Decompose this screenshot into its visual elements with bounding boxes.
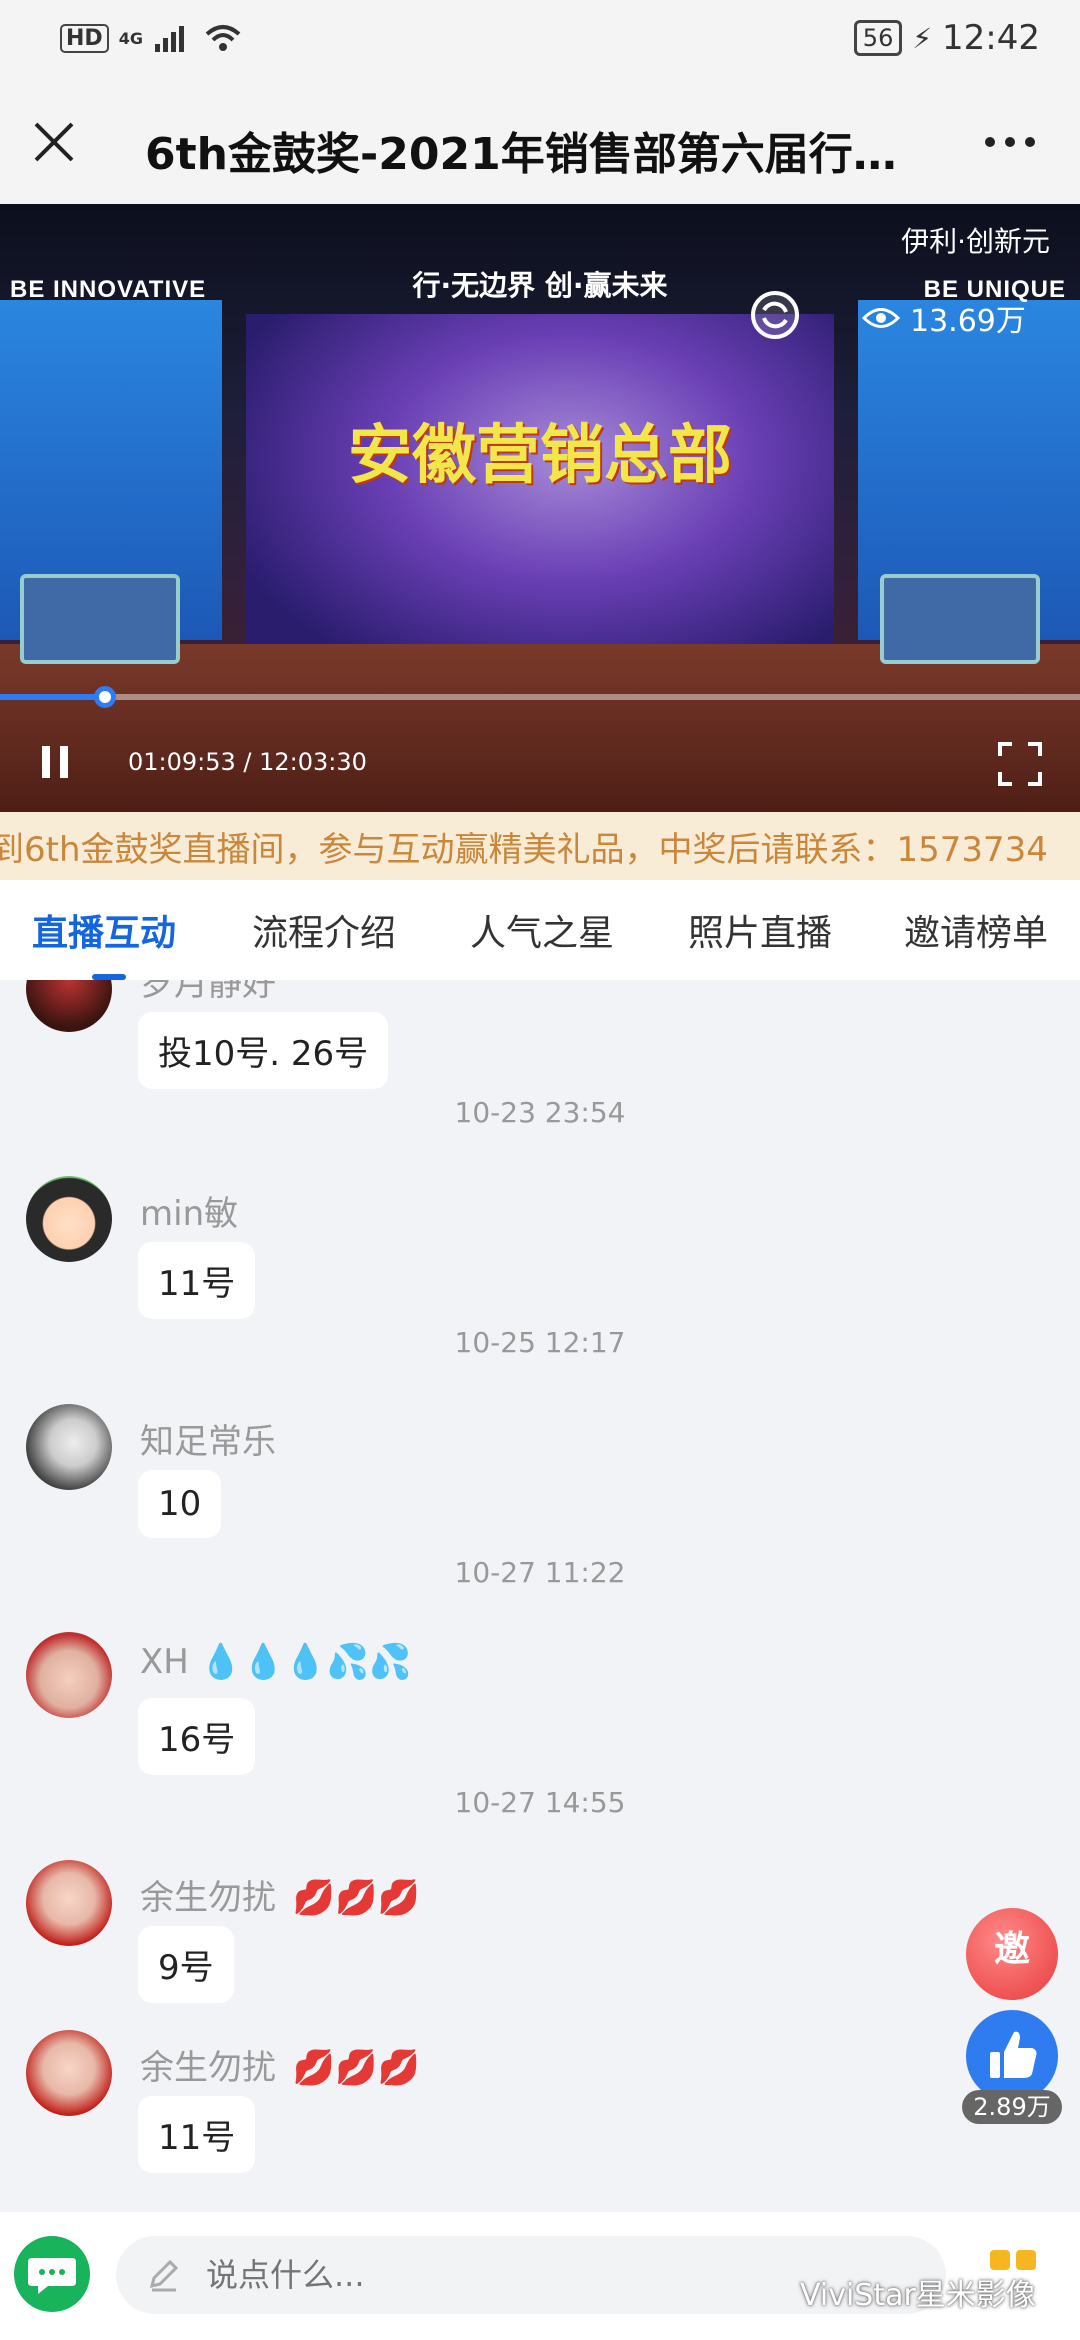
chat-feed[interactable]: 岁月静好 投10号. 26号 10-23 23:54 min敏 11号 10-2… xyxy=(0,980,1080,2212)
tab-popular-stars[interactable]: 人气之星 xyxy=(470,904,614,956)
status-left: HD 4G xyxy=(60,22,243,54)
avatar[interactable] xyxy=(26,980,112,1032)
message-bubble: 投10号. 26号 xyxy=(138,1012,389,1089)
stage-slogan: 行·无边界 创·赢未来 xyxy=(412,269,668,302)
wifi-icon xyxy=(205,25,241,51)
avatar[interactable] xyxy=(26,1860,112,1946)
water-drop-icons: 💧💧💧💦💦 xyxy=(199,1642,412,1682)
nickname-text: XH xyxy=(140,1642,189,1682)
tab-bar: 直播互动 流程介绍 人气之星 照片直播 邀请榜单 xyxy=(0,880,1080,980)
pen-icon xyxy=(149,2259,179,2292)
lips-icons: 💋💋💋 xyxy=(292,2048,420,2088)
message-bubble: 10 xyxy=(138,1470,222,1538)
nickname: 知足常乐 xyxy=(140,1422,276,1462)
status-right: 56 ⚡ 12:42 xyxy=(853,18,1040,58)
chat-bubble-icon xyxy=(28,2258,76,2294)
tab-invite-ranking[interactable]: 邀请榜单 xyxy=(904,904,1048,956)
time-display: 01:09:53 / 12:03:30 xyxy=(128,748,367,776)
nickname-text: 余生勿扰 xyxy=(140,1878,276,1918)
announcement-ticker: 到6th金鼓奖直播间，参与互动赢精美礼品，中奖后请联系：1573734 xyxy=(0,812,1080,880)
time-separator: 10-27 11:22 xyxy=(454,1556,626,1589)
status-bar: HD 4G 56 ⚡ 12:42 xyxy=(0,0,1080,80)
signal-icon xyxy=(154,26,184,52)
nickname: XH 💧💧💧💦💦 xyxy=(140,1642,411,1682)
stage-podium-right xyxy=(880,574,1040,664)
close-icon[interactable] xyxy=(28,116,80,168)
lips-icons: 💋💋💋 xyxy=(292,1878,420,1918)
battery-icon: 56 xyxy=(853,20,903,56)
like-count: 2.89万 xyxy=(962,2090,1062,2124)
like-button[interactable] xyxy=(966,2010,1058,2102)
chat-button[interactable] xyxy=(14,2236,90,2312)
time-separator: 10-23 23:54 xyxy=(454,1096,626,1129)
message-bubble: 16号 xyxy=(138,1698,256,1775)
invite-button[interactable]: 邀 xyxy=(966,1908,1058,2000)
more-icon[interactable] xyxy=(980,130,1040,154)
stage-caption: 安徽营销总部 xyxy=(348,419,732,493)
progress-bar[interactable] xyxy=(0,686,1080,708)
ticker-text: 到6th金鼓奖直播间，参与互动赢精美礼品，中奖后请联系：1573734 xyxy=(0,830,1048,870)
stage-podium-left xyxy=(20,574,180,664)
thumbs-up-icon xyxy=(990,2031,1037,2078)
pause-icon[interactable] xyxy=(38,744,74,780)
time-separator: 10-27 14:55 xyxy=(454,1786,626,1819)
view-count-value: 13.69万 xyxy=(910,304,1026,339)
video-player[interactable]: BE INNOVATIVE BE UNIQUE 行·无边界 创·赢未来 安徽营销… xyxy=(0,204,1080,812)
page-title: 6th金鼓奖-2021年销售部第六届行销... xyxy=(145,129,915,180)
tab-photo-live[interactable]: 照片直播 xyxy=(688,904,832,956)
charging-icon: ⚡ xyxy=(912,21,933,55)
nickname: 余生勿扰 💋💋💋 xyxy=(140,2040,420,2089)
message-bubble: 9号 xyxy=(138,1926,234,2003)
nickname-text: 余生勿扰 xyxy=(140,2048,276,2088)
avatar[interactable] xyxy=(26,1404,112,1490)
watermark: ViviStar星米影像 xyxy=(800,2278,1036,2313)
message-bubble: 11号 xyxy=(138,1242,256,1319)
title-bar: 6th金鼓奖-2021年销售部第六届行销... xyxy=(0,80,1080,204)
nickname: 岁月静好 xyxy=(140,980,276,1004)
avatar[interactable] xyxy=(26,1176,112,1262)
time-separator: 10-25 12:17 xyxy=(454,1326,626,1359)
progress-knob[interactable] xyxy=(93,686,116,708)
message-bubble: 11号 xyxy=(138,2096,256,2173)
network-label: 4G xyxy=(118,28,143,48)
progress-fill xyxy=(0,694,105,700)
tab-process-intro[interactable]: 流程介绍 xyxy=(252,904,396,956)
clock: 12:42 xyxy=(942,18,1040,58)
nickname: 余生勿扰 💋💋💋 xyxy=(140,1870,420,1919)
comment-input[interactable] xyxy=(206,2250,806,2300)
avatar[interactable] xyxy=(26,2030,112,2116)
hd-badge: HD xyxy=(60,23,109,53)
brand-tag: 伊利·创新元 xyxy=(901,225,1050,258)
stage-floor xyxy=(0,644,1080,812)
stage-left-heading: BE INNOVATIVE xyxy=(10,276,207,303)
eye-icon xyxy=(862,308,900,328)
avatar[interactable] xyxy=(26,1632,112,1718)
reload-icon[interactable] xyxy=(748,288,802,342)
tab-live-interaction[interactable]: 直播互动 xyxy=(32,904,176,956)
view-count: 13.69万 xyxy=(862,296,1026,340)
nickname: min敏 xyxy=(140,1194,239,1234)
fullscreen-icon[interactable] xyxy=(996,740,1044,788)
